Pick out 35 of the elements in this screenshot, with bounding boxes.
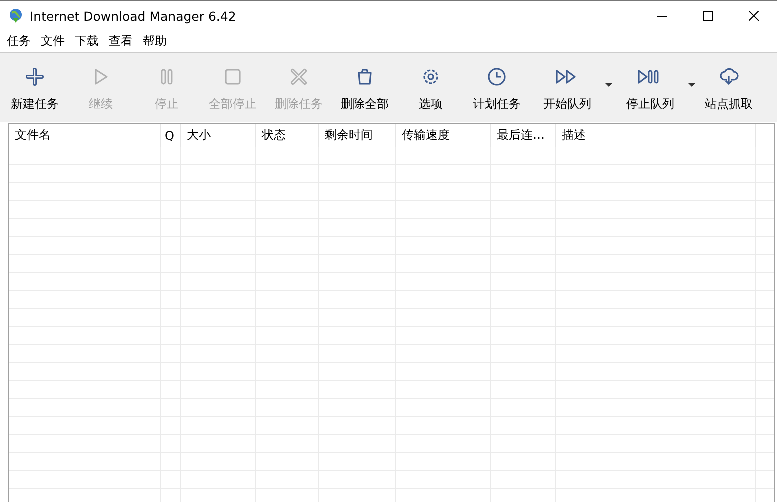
column-header[interactable]: Q xyxy=(161,124,181,147)
column-header[interactable]: 大小 xyxy=(181,124,256,147)
menu-item[interactable]: 任务 xyxy=(2,33,36,50)
menu-item[interactable]: 帮助 xyxy=(138,33,172,50)
toolbar-button[interactable]: 站点抓取 xyxy=(696,53,762,119)
gear-icon xyxy=(421,67,441,87)
menu-item[interactable]: 查看 xyxy=(104,33,138,50)
toolbar-button[interactable]: 删除全部 xyxy=(332,53,398,119)
stop-icon xyxy=(223,67,243,87)
trash-icon xyxy=(355,67,375,87)
toolbar-button[interactable]: 选项 xyxy=(398,53,464,119)
cloud-icon xyxy=(719,67,739,87)
play-pause-icon xyxy=(640,67,660,87)
globe-icon xyxy=(8,8,24,24)
dropdown-arrow-icon[interactable] xyxy=(605,83,613,87)
toolbar-button[interactable]: 新建任务 xyxy=(2,53,68,119)
clock-icon xyxy=(487,67,507,87)
toolbar-button[interactable]: 开始队列 xyxy=(530,53,605,119)
double-play-icon xyxy=(558,67,578,87)
toolbar-button[interactable]: 停止队列 xyxy=(613,53,688,119)
plus-icon xyxy=(25,67,45,87)
maximize-icon xyxy=(703,11,713,21)
column-header[interactable]: 最后连… xyxy=(491,124,556,147)
column-header[interactable]: 传输速度 xyxy=(396,124,491,147)
window-title: Internet Download Manager 6.42 xyxy=(30,8,238,24)
toolbar-button[interactable]: 计划任务 xyxy=(464,53,530,119)
close-icon xyxy=(749,11,759,21)
menu-item[interactable]: 下载 xyxy=(70,33,104,50)
column-header[interactable]: 状态 xyxy=(256,124,319,147)
column-header[interactable]: 剩余时间 xyxy=(319,124,396,147)
menu-item[interactable]: 文件 xyxy=(36,33,70,50)
dropdown-arrow-icon[interactable] xyxy=(688,83,696,87)
column-header[interactable]: 描述 xyxy=(556,124,756,147)
column-header[interactable]: 文件名 xyxy=(9,124,161,147)
x-icon xyxy=(289,67,309,87)
